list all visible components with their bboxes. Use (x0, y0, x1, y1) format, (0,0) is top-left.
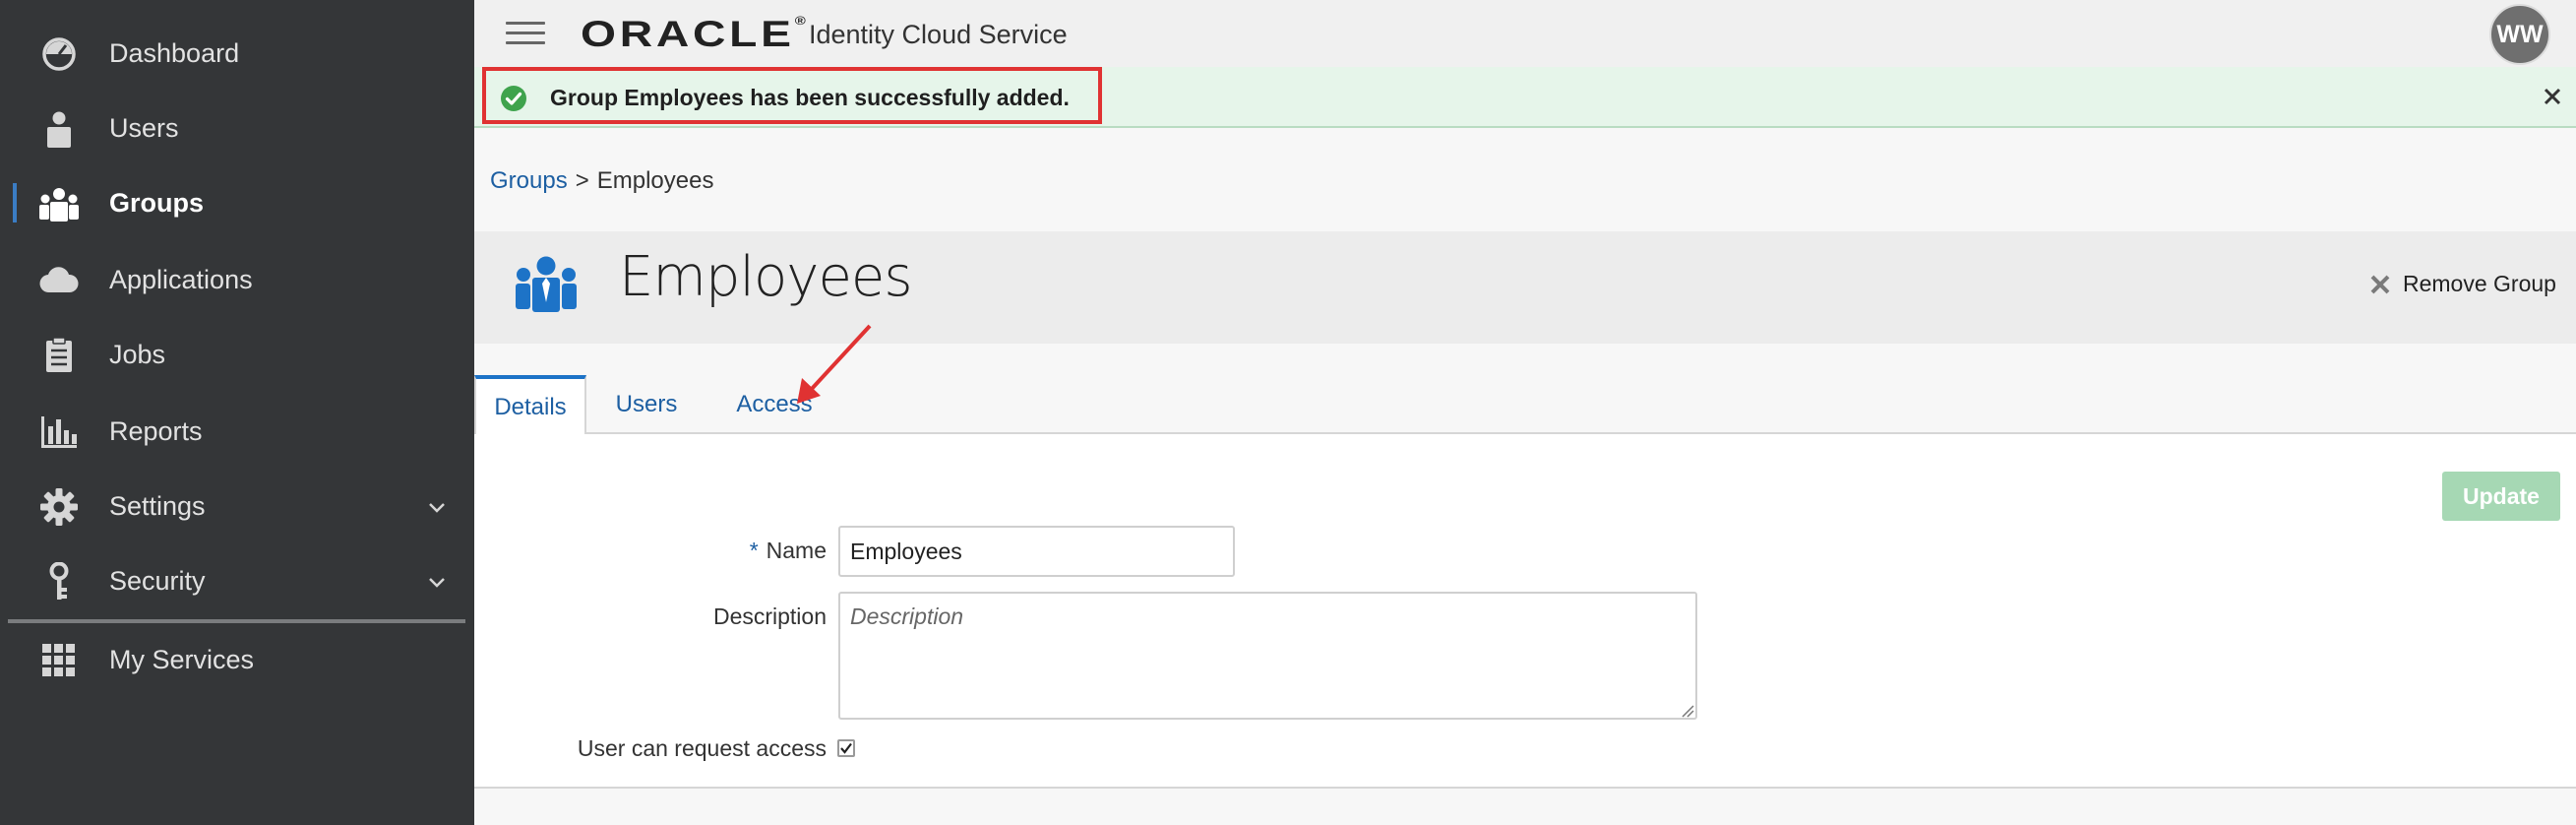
hamburger-menu-icon[interactable] (506, 22, 545, 45)
sidebar-item-label: Groups (109, 187, 205, 218)
sidebar-item-my-services[interactable]: My Services (0, 627, 474, 692)
sidebar-item-label: Settings (109, 490, 206, 521)
sidebar-item-applications[interactable]: Applications (0, 247, 474, 312)
sidebar-item-label: Reports (109, 415, 203, 446)
dashboard-icon (37, 34, 81, 74)
remove-group-button[interactable]: Remove Group (2369, 271, 2556, 297)
success-banner: Group Employees has been successfully ad… (474, 67, 2576, 128)
sidebar-item-jobs[interactable]: Jobs (0, 322, 474, 387)
sidebar: Dashboard Users Groups Applications Jobs… (0, 0, 474, 825)
breadcrumb-separator: > (575, 167, 589, 194)
jobs-icon (37, 336, 81, 375)
chevron-down-icon (429, 503, 445, 513)
description-field[interactable] (838, 592, 1697, 720)
sidebar-item-groups[interactable]: Groups (0, 170, 474, 235)
sidebar-divider (8, 619, 465, 623)
success-check-icon (501, 86, 526, 111)
highlight-box: Group Employees has been successfully ad… (482, 67, 1102, 124)
breadcrumb-current: Employees (596, 167, 714, 194)
main-area: ORACLE® Identity Cloud Service WW Group … (474, 0, 2576, 825)
page-title: Employees (619, 245, 913, 309)
breadcrumb: Groups > Employees (490, 167, 713, 195)
request-access-checkbox[interactable] (837, 739, 855, 757)
sidebar-item-security[interactable]: Security (0, 548, 474, 613)
groups-icon (516, 256, 577, 312)
sidebar-item-label: Dashboard (109, 37, 240, 68)
sidebar-item-label: My Services (109, 644, 255, 674)
chevron-down-icon (429, 578, 445, 588)
cloud-icon (37, 261, 81, 300)
request-access-label: User can request access (577, 735, 827, 761)
sidebar-item-users[interactable]: Users (0, 95, 474, 160)
user-avatar[interactable]: WW (2489, 4, 2550, 65)
close-icon (2370, 275, 2390, 293)
update-button[interactable]: Update (2442, 472, 2560, 521)
resize-handle-icon[interactable] (1681, 704, 1694, 718)
user-icon (37, 109, 81, 149)
product-name: Identity Cloud Service (809, 20, 1068, 49)
tab-users[interactable]: Users (592, 375, 701, 434)
tab-bar: Details Users Access (474, 375, 2576, 436)
top-bar: ORACLE® Identity Cloud Service WW (474, 0, 2576, 67)
close-icon[interactable] (2541, 85, 2564, 108)
page-header: Employees Remove Group (474, 231, 2576, 344)
breadcrumb-groups-link[interactable]: Groups (490, 167, 568, 194)
description-field-label: Description (712, 603, 827, 629)
tab-access[interactable]: Access (710, 375, 838, 434)
reports-icon (37, 412, 81, 452)
name-field-label: * Name (749, 538, 827, 563)
remove-group-label: Remove Group (2403, 271, 2556, 296)
sidebar-item-settings[interactable]: Settings (0, 474, 474, 539)
tab-details[interactable]: Details (474, 375, 586, 436)
sidebar-item-dashboard[interactable]: Dashboard (0, 21, 474, 86)
sidebar-item-reports[interactable]: Reports (0, 399, 474, 464)
banner-message: Group Employees has been successfully ad… (550, 85, 1070, 110)
sidebar-item-label: Applications (109, 264, 253, 294)
key-icon (37, 562, 81, 602)
name-field[interactable] (838, 526, 1235, 577)
oracle-logo: ORACLE® (581, 14, 806, 54)
gear-icon (37, 487, 81, 527)
sidebar-item-label: Jobs (109, 339, 166, 369)
required-marker: * (749, 538, 759, 563)
sidebar-item-label: Security (109, 565, 206, 596)
grid-icon (37, 641, 81, 680)
sidebar-item-label: Users (109, 112, 179, 143)
groups-icon (37, 184, 81, 223)
details-panel: Update *Name Description User can reques… (474, 434, 2576, 789)
checkmark-icon (840, 742, 852, 754)
